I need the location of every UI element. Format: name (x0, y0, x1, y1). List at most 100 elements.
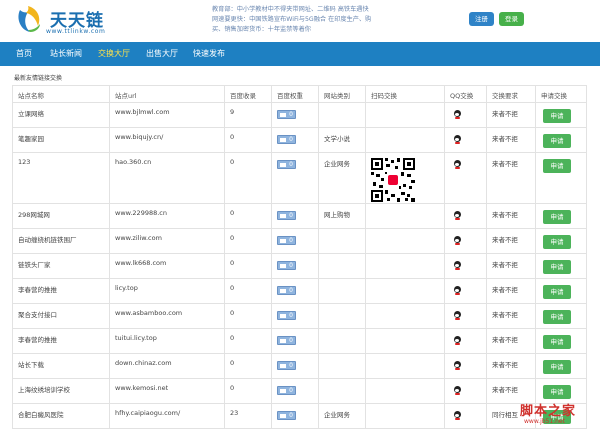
table-row: 聚合支付接口 www.asbamboo.com 0 0 来者不拒 申请 (12, 303, 587, 329)
qr-exchange-cell (365, 378, 445, 404)
nav-item-exchange[interactable]: 交换大厅 (98, 42, 130, 66)
baidu-weight-cell: 0 (271, 278, 319, 304)
baidu-weight-cell: 0 (271, 353, 319, 379)
qq-penguin-icon[interactable] (453, 411, 461, 420)
baidu-index-cell: 0 (224, 253, 272, 279)
column-header: QQ交换 (444, 85, 487, 103)
column-header: 百度权重 (271, 85, 319, 103)
baidu-weight-cell: 0 (271, 378, 319, 404)
baidu-weight-cell: 0 (271, 102, 319, 128)
apply-button[interactable]: 申请 (543, 235, 571, 249)
exchange-requirement-cell: 来者不拒 (486, 303, 536, 329)
exchange-requirement-cell: 来者不拒 (486, 102, 536, 128)
qr-exchange-cell (365, 353, 445, 379)
site-category-cell (318, 278, 366, 304)
table-row: 李春营的推推 licy.top 0 0 来者不拒 申请 (12, 278, 587, 304)
apply-button[interactable]: 申请 (543, 285, 571, 299)
site-watermark: 脚本之家 www.jb51.net (520, 400, 596, 440)
site-url-link[interactable]: hao.360.cn (109, 152, 225, 204)
baidu-weight-cell: 0 (271, 303, 319, 329)
site-logo[interactable]: 天天链 www.ttlinkw.com (14, 4, 134, 40)
qr-exchange-cell (365, 228, 445, 254)
site-name-cell: 笔趣家园 (12, 127, 110, 153)
news-line[interactable]: 买、销售加密货币：十年监禁等着你 (212, 25, 422, 35)
nav-item-news[interactable]: 站长新闻 (50, 42, 82, 66)
qq-penguin-icon[interactable] (453, 236, 461, 245)
site-url-link[interactable]: www.asbamboo.com (109, 303, 225, 329)
qr-code-icon[interactable] (371, 158, 415, 202)
baidu-rank-icon: 0 (277, 311, 296, 320)
site-url-link[interactable]: www.kemosi.net (109, 378, 225, 404)
site-url-link[interactable]: www.ziliw.com (109, 228, 225, 254)
logo-url: www.ttlinkw.com (46, 28, 106, 35)
register-button[interactable]: 注册 (469, 12, 494, 26)
apply-cell: 申请 (535, 353, 587, 379)
baidu-rank-value: 0 (289, 237, 293, 244)
site-url-link[interactable]: tuitui.licy.top (109, 328, 225, 354)
qq-exchange-cell (444, 303, 487, 329)
news-ticker[interactable]: 教育部：中小学教材中不得夹带网址、二维码 高铁车遇快 网速要更快：中国铁路宣布W… (212, 5, 422, 35)
qq-exchange-cell (444, 278, 487, 304)
site-url-link[interactable]: www.bjlmwl.com (109, 102, 225, 128)
table-row: 笔趣家园 www.biqujy.cn/0 0 文学小说 来者不拒 申请 (12, 127, 587, 153)
qq-penguin-icon[interactable] (453, 336, 461, 345)
site-url-link[interactable]: hfhy.caipiaogu.com/ (109, 403, 225, 429)
qq-penguin-icon[interactable] (453, 361, 461, 370)
login-button[interactable]: 登录 (499, 12, 524, 26)
baidu-rank-icon: 0 (277, 236, 296, 245)
site-category-cell (318, 253, 366, 279)
baidu-index-cell: 0 (224, 328, 272, 354)
baidu-index-cell: 0 (224, 152, 272, 204)
column-header: 申请交换 (535, 85, 587, 103)
apply-cell: 申请 (535, 278, 587, 304)
nav-item-home[interactable]: 首页 (16, 42, 32, 66)
qq-penguin-icon[interactable] (453, 311, 461, 320)
apply-button[interactable]: 申请 (543, 385, 571, 399)
baidu-weight-cell: 0 (271, 253, 319, 279)
qq-penguin-icon[interactable] (453, 386, 461, 395)
apply-button[interactable]: 申请 (543, 134, 571, 148)
qq-penguin-icon[interactable] (453, 261, 461, 270)
baidu-weight-cell: 0 (271, 203, 319, 229)
qr-exchange-cell (365, 303, 445, 329)
site-category-cell: 企业网务 (318, 403, 366, 429)
main-nav: 首页 站长新闻 交换大厅 出售大厅 快速发布 (0, 42, 600, 66)
news-line[interactable]: 网速要更快：中国铁路宣布WiFi与5G融合 在印度生产、购 (212, 15, 422, 25)
apply-cell: 申请 (535, 127, 587, 153)
apply-button[interactable]: 申请 (543, 360, 571, 374)
site-url-link[interactable]: www.lk668.com (109, 253, 225, 279)
baidu-weight-cell: 0 (271, 228, 319, 254)
apply-button[interactable]: 申请 (543, 210, 571, 224)
qr-exchange-cell (365, 253, 445, 279)
site-url-link[interactable]: www.biqujy.cn/ (109, 127, 225, 153)
site-url-link[interactable]: licy.top (109, 278, 225, 304)
qq-penguin-icon[interactable] (453, 211, 461, 220)
apply-button[interactable]: 申请 (543, 260, 571, 274)
apply-button[interactable]: 申请 (543, 335, 571, 349)
apply-button[interactable]: 申请 (543, 310, 571, 324)
baidu-rank-icon: 0 (277, 135, 296, 144)
qq-penguin-icon[interactable] (453, 160, 461, 169)
baidu-rank-value: 0 (289, 111, 293, 118)
nav-item-publish[interactable]: 快速发布 (193, 42, 225, 66)
site-category-cell (318, 303, 366, 329)
site-name-cell: 聚合支付接口 (12, 303, 110, 329)
qq-penguin-icon[interactable] (453, 286, 461, 295)
exchange-requirement-cell: 来者不拒 (486, 353, 536, 379)
section-title: 最新友情链接交换 (14, 75, 63, 82)
exchange-requirement-cell: 来者不拒 (486, 278, 536, 304)
apply-button[interactable]: 申请 (543, 159, 571, 173)
qr-exchange-cell (365, 403, 445, 429)
news-line[interactable]: 教育部：中小学教材中不得夹带网址、二维码 高铁车遇快 (212, 5, 422, 15)
apply-button[interactable]: 申请 (543, 109, 571, 123)
exchange-requirement-cell: 来者不拒 (486, 152, 536, 204)
qq-penguin-icon[interactable] (453, 135, 461, 144)
qq-penguin-icon[interactable] (453, 110, 461, 119)
baidu-index-cell: 0 (224, 127, 272, 153)
baidu-index-cell: 23 (224, 403, 272, 429)
site-name-cell: 298网城网 (12, 203, 110, 229)
exchange-requirement-cell: 来者不拒 (486, 203, 536, 229)
nav-item-sale[interactable]: 出售大厅 (146, 42, 178, 66)
site-url-link[interactable]: down.chinaz.com (109, 353, 225, 379)
site-url-link[interactable]: www.229988.cn (109, 203, 225, 229)
